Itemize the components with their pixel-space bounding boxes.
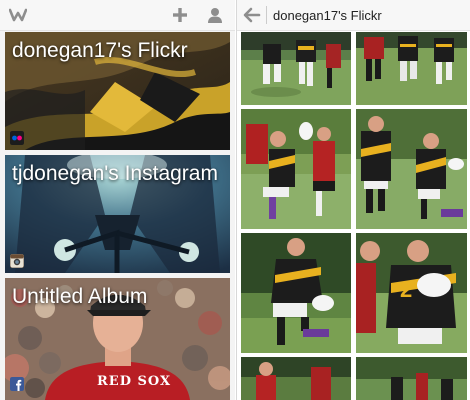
jersey-number: 2	[400, 277, 412, 302]
app-logo-icon[interactable]	[9, 8, 27, 22]
facebook-icon	[10, 377, 24, 391]
bar-divider	[266, 6, 267, 24]
photo-thumbnail[interactable]	[356, 32, 467, 105]
photo-grid-pane: donegan17's Flickr 2	[236, 0, 470, 400]
photo-thumbnail[interactable]	[356, 109, 467, 229]
album-card-flickr[interactable]: donegan17's Flickr	[5, 32, 230, 150]
photo-thumbnail[interactable]	[241, 109, 351, 229]
photo-thumbnail[interactable]	[241, 357, 351, 400]
back-arrow-icon[interactable]	[243, 7, 261, 23]
album-card-untitled[interactable]: Untitled Album RED SOX	[5, 278, 230, 400]
photo-thumbnail[interactable]	[356, 357, 467, 400]
person-icon[interactable]	[206, 6, 224, 24]
photo-thumbnail[interactable]: 2	[356, 233, 467, 353]
albums-action-bar	[0, 0, 235, 31]
plus-icon[interactable]	[171, 6, 189, 24]
instagram-icon	[10, 254, 24, 268]
albums-pane: donegan17's Flickr tjdonegan's Instagram…	[0, 0, 235, 400]
album-title: donegan17's Flickr	[12, 39, 188, 62]
album-card-instagram[interactable]: tjdonegan's Instagram	[5, 155, 230, 273]
album-action-bar: donegan17's Flickr	[237, 0, 470, 31]
flickr-icon	[10, 131, 24, 145]
shirt-text: RED SOX	[97, 374, 172, 389]
photo-thumbnail[interactable]	[241, 233, 351, 353]
album-title: Untitled Album	[12, 285, 148, 308]
album-page-title: donegan17's Flickr	[273, 8, 382, 23]
album-title: tjdonegan's Instagram	[12, 162, 218, 185]
photo-thumbnail[interactable]	[241, 32, 351, 105]
